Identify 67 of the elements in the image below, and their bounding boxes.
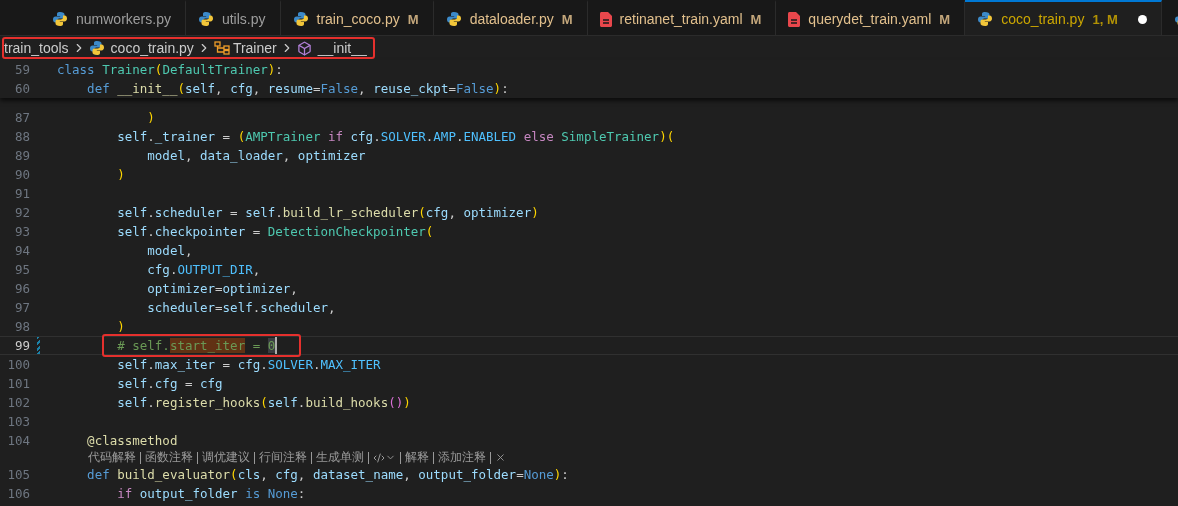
editor-tab[interactable]: coco_train.py 1, M	[965, 0, 1162, 35]
code-line: self.checkpointer = DetectionCheckpointer(	[116, 223, 434, 241]
python-icon	[52, 11, 68, 27]
close-icon[interactable]	[495, 452, 506, 463]
codelens-link[interactable]: 添加注释	[438, 449, 486, 466]
codelens-link[interactable]: 生成单测	[316, 449, 364, 466]
line-number: 97	[14, 300, 30, 315]
python-icon	[88, 40, 105, 56]
line-number: 96	[14, 281, 30, 296]
code-icon	[373, 451, 385, 464]
python-icon	[445, 11, 462, 27]
code-dropdown-button[interactable]	[373, 451, 396, 464]
code-line: if output_folder is None:	[116, 485, 306, 503]
unsaved-dot-icon	[1137, 14, 1147, 24]
code-line: self.cfg = cfg	[116, 375, 223, 393]
code-line: def __init__(self, cfg, resume=False, reuse_ckpt=False):	[86, 80, 509, 98]
line-number: 59	[14, 62, 30, 77]
line-number: 88	[14, 129, 30, 144]
python-icon	[292, 11, 309, 27]
line-number: 98	[14, 319, 30, 334]
python-icon	[977, 11, 994, 27]
cube-icon	[296, 40, 312, 56]
python-icon	[197, 11, 214, 27]
line-number: 89	[14, 148, 30, 163]
code-line: self.max_iter = cfg.SOLVER.MAX_ITER	[116, 356, 381, 374]
code-line: cfg.OUTPUT_DIR,	[146, 261, 261, 279]
code-line: self.scheduler = self.build_lr_scheduler(cfg, optimizer)	[116, 204, 539, 222]
line-number: 102	[7, 395, 30, 410]
file-icon	[599, 11, 612, 27]
line-number: 94	[14, 243, 30, 258]
breadcrumb-item[interactable]: __init__	[317, 40, 367, 56]
line-number: 91	[14, 186, 30, 201]
code-line: )	[116, 318, 125, 336]
code-line: model,	[146, 242, 193, 260]
codelens-link[interactable]: 代码解释	[88, 449, 136, 466]
line-number: 90	[14, 167, 30, 182]
code-line: @classmethod	[86, 432, 178, 450]
code-line: def build_evaluator(cls, cfg, dataset_name, output_folder=None):	[86, 466, 569, 484]
line-number: 104	[7, 433, 30, 448]
code-line: model, data_loader, optimizer	[146, 147, 366, 165]
line-number: 103	[7, 414, 30, 429]
line-number: 99	[14, 338, 30, 353]
codelens-link[interactable]: 调优建议	[202, 449, 250, 466]
breadcrumb-item[interactable]: train_tools	[4, 40, 69, 56]
file-icon	[788, 11, 801, 27]
code-line: )	[116, 166, 125, 184]
class-icon	[213, 41, 230, 55]
line-number: 100	[7, 357, 30, 372]
line-number: 106	[7, 486, 30, 501]
code-line: self.register_hooks(self.build_hooks())	[116, 394, 411, 412]
codelens-link[interactable]: 行间注释	[259, 449, 307, 466]
breadcrumb-item[interactable]: Trainer	[232, 40, 277, 56]
line-number: 60	[14, 81, 30, 96]
code-line: scheduler=self.scheduler,	[146, 299, 336, 317]
line-number: 105	[7, 467, 30, 482]
codelens-link[interactable]: 解释	[405, 449, 429, 466]
line-number: 95	[14, 262, 30, 277]
line-number: 87	[14, 110, 30, 125]
line-number: 101	[7, 376, 30, 391]
breadcrumb-item[interactable]: coco_train.py	[110, 40, 194, 56]
line-number: 93	[14, 224, 30, 239]
line-number: 92	[14, 205, 30, 220]
code-line: class Trainer(DefaultTrainer):	[57, 61, 283, 79]
codelens-link[interactable]: 函数注释	[145, 449, 193, 466]
code-line: self._trainer = (AMPTrainer if cfg.SOLVER.AMP.ENABLED else SimpleTrainer)(	[116, 128, 675, 146]
code-line: )	[146, 109, 155, 127]
code-line: optimizer=optimizer,	[146, 280, 298, 298]
